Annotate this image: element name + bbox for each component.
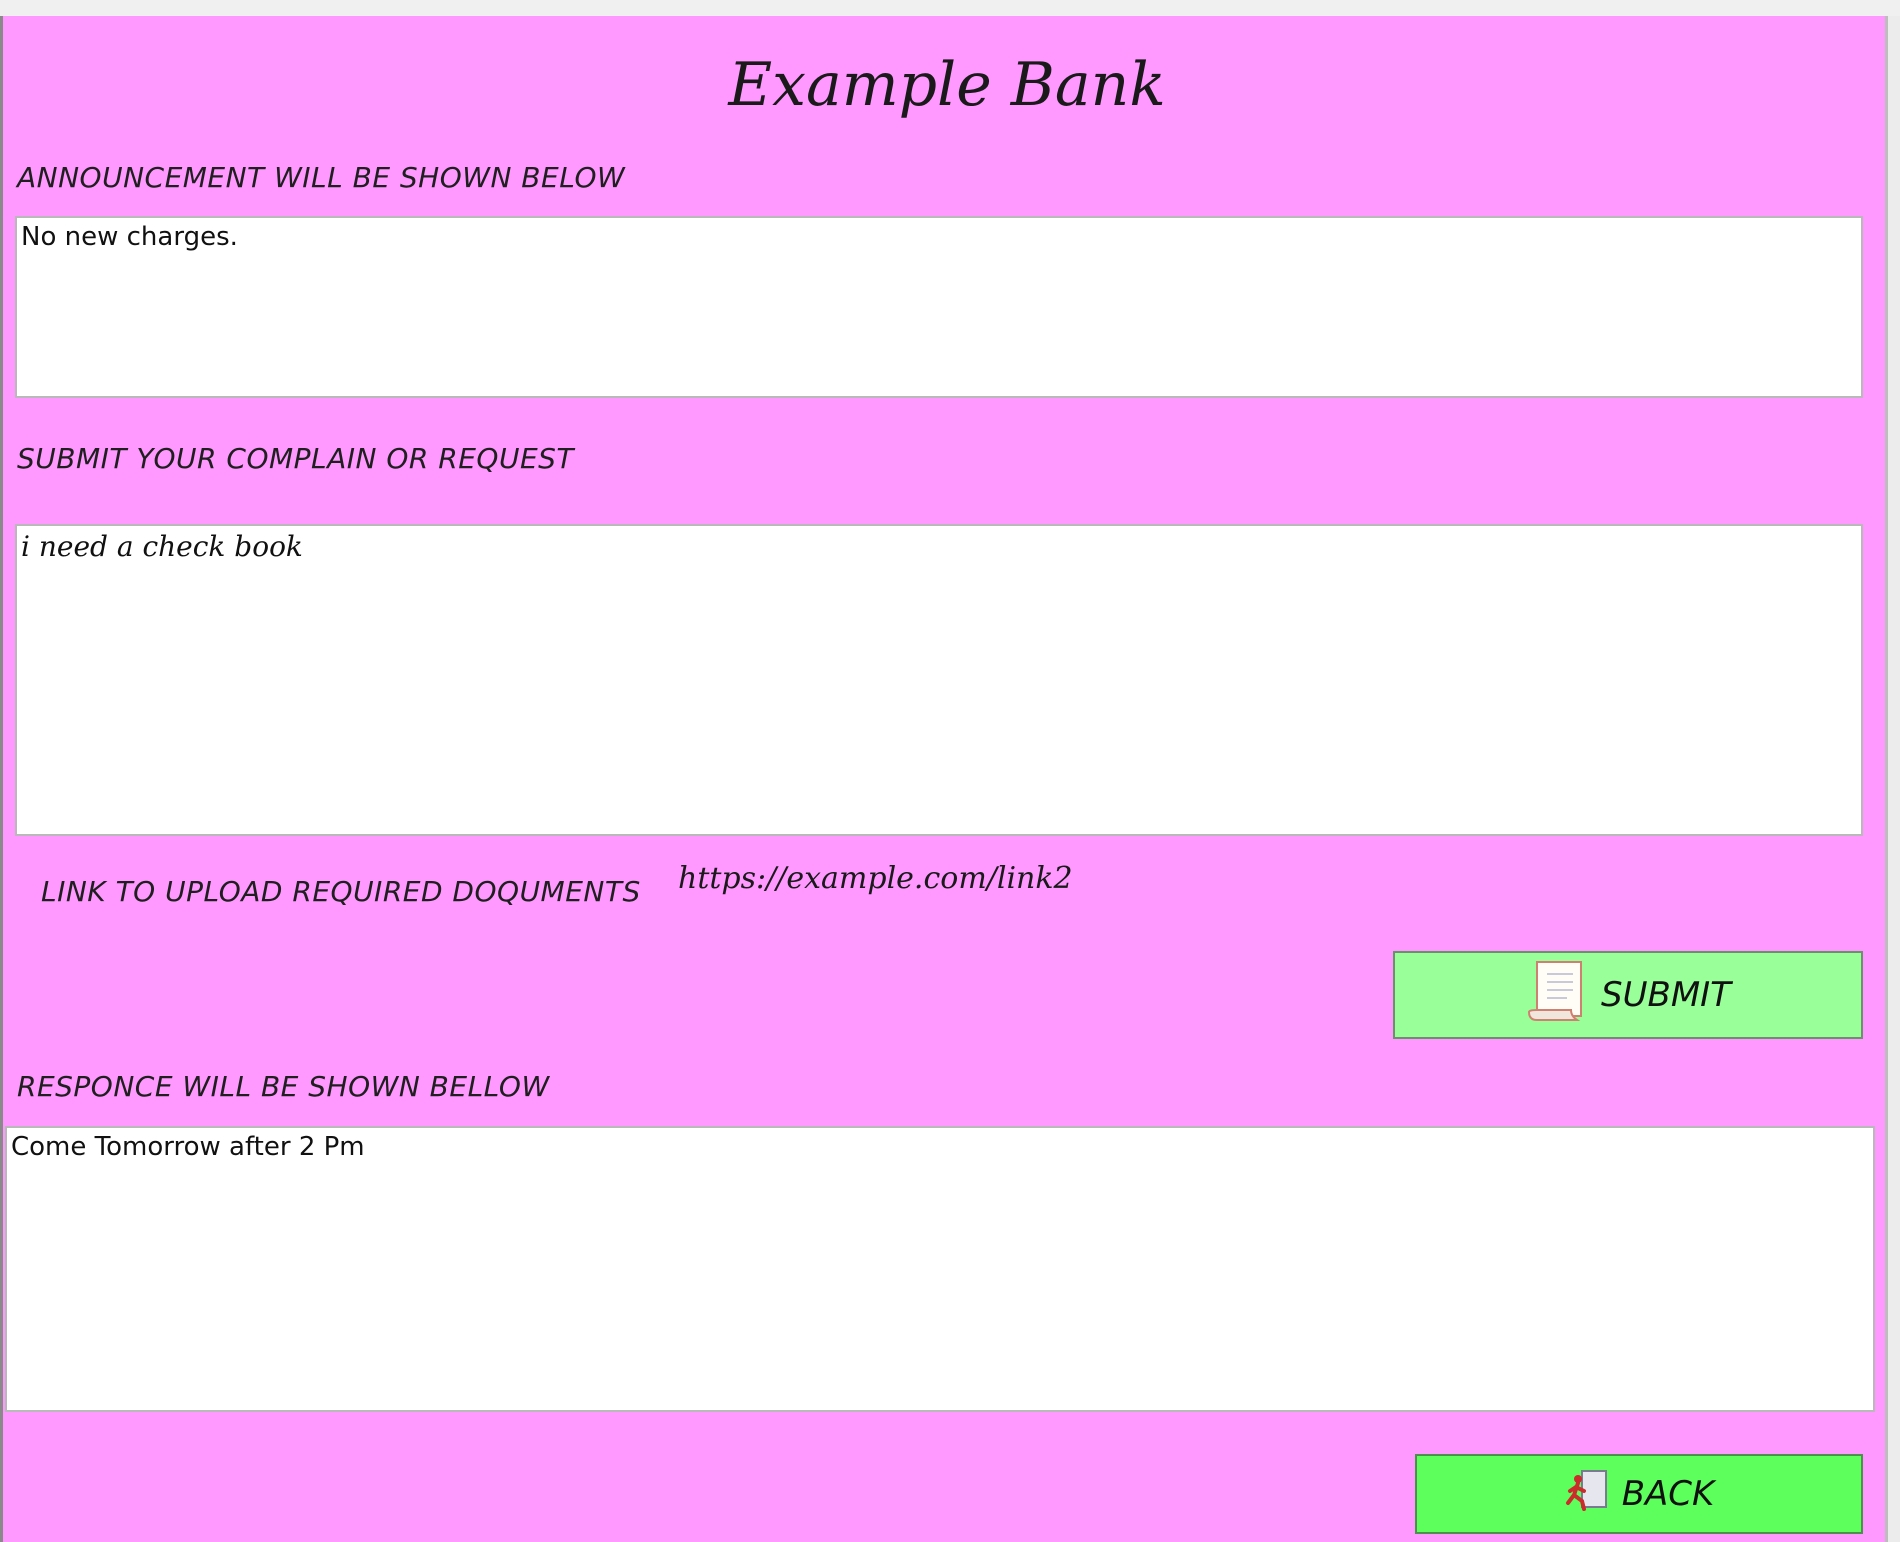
submit-button[interactable]: SUBMIT [1393,951,1863,1039]
response-textarea[interactable]: Come Tomorrow after 2 Pm [5,1126,1875,1412]
document-scroll-icon [1525,958,1589,1033]
complaint-label: SUBMIT YOUR COMPLAIN OR REQUEST [17,442,575,475]
exit-runner-icon [1564,1467,1610,1522]
window-top-strip [0,0,1900,16]
page-title: Example Bank [728,50,1166,120]
upload-link-label: LINK TO UPLOAD REQUIRED DOQUMENTS [41,875,641,908]
complaint-textarea[interactable]: i need a check book [15,524,1863,836]
announcement-label: ANNOUNCEMENT WILL BE SHOWN BELOW [17,161,626,194]
back-button-label: BACK [1621,1474,1715,1514]
upload-link[interactable]: https://example.com/link2 [678,861,1073,896]
bank-form-panel: Example Bank ANNOUNCEMENT WILL BE SHOWN … [0,16,1888,1542]
announcement-textarea[interactable]: No new charges. [15,216,1863,398]
submit-button-label: SUBMIT [1601,975,1731,1015]
response-label: RESPONCE WILL BE SHOWN BELLOW [17,1070,550,1103]
back-button[interactable]: BACK [1415,1454,1863,1534]
